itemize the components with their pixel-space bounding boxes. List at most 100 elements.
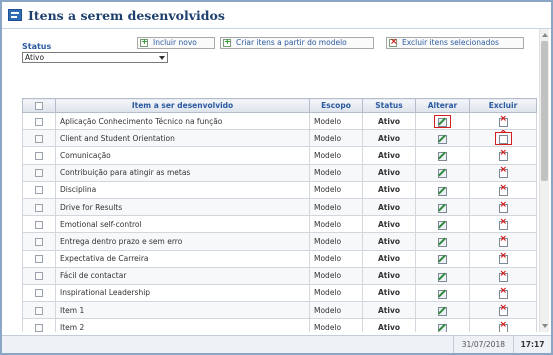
status-bar: 31/07/2018 17:17	[2, 335, 551, 353]
row-select-cell	[22, 301, 56, 320]
edit-button[interactable]	[438, 134, 447, 145]
edit-icon[interactable]	[438, 237, 447, 248]
edit-button[interactable]	[438, 271, 447, 282]
delete-icon[interactable]	[498, 251, 508, 265]
delete-icon[interactable]	[498, 217, 508, 230]
create-from-model-button[interactable]: Criar itens a partir do modelo	[220, 37, 374, 49]
delete-icon[interactable]	[498, 200, 508, 213]
row-select-cell	[22, 129, 56, 148]
delete-icon[interactable]	[498, 269, 508, 282]
row-checkbox[interactable]	[35, 186, 43, 195]
add-item-label: Incluir novo	[153, 38, 197, 47]
delete-icon[interactable]	[498, 114, 508, 127]
scroll-down-icon[interactable]	[542, 324, 548, 328]
delete-button[interactable]	[498, 234, 508, 248]
row-select-cell	[22, 197, 56, 217]
main-window: Itens a serem desenvolvidos Status Ativo…	[0, 0, 553, 355]
edit-icon[interactable]	[438, 254, 447, 265]
edit-icon[interactable]	[438, 306, 447, 316]
edit-icon[interactable]	[438, 134, 447, 145]
row-checkbox[interactable]	[35, 306, 43, 315]
item-scope: Modelo	[309, 215, 363, 234]
status-time: 17:17	[513, 336, 551, 353]
delete-icon[interactable]	[498, 234, 508, 248]
delete-button[interactable]	[498, 148, 508, 162]
delete-icon[interactable]	[498, 320, 508, 332]
item-status: Ativo	[362, 180, 416, 199]
delete-icon[interactable]	[498, 148, 508, 162]
delete-icon[interactable]	[498, 183, 508, 196]
edit-cell	[415, 301, 470, 320]
edit-button[interactable]	[438, 168, 447, 179]
scroll-thumb[interactable]	[541, 41, 548, 181]
delete-icon[interactable]	[498, 303, 508, 316]
edit-icon[interactable]	[438, 168, 447, 179]
status-filter-value: Ativo	[25, 53, 45, 62]
table-row: Item 2 Modelo Ativo	[22, 318, 537, 332]
edit-button[interactable]	[438, 151, 447, 162]
delete-button[interactable]	[498, 217, 508, 230]
edit-button[interactable]	[438, 202, 447, 213]
row-checkbox[interactable]	[35, 323, 43, 332]
edit-icon[interactable]	[438, 203, 447, 213]
edit-button[interactable]	[438, 237, 447, 248]
delete-button[interactable]	[494, 131, 512, 145]
edit-cell	[415, 249, 470, 268]
edit-cell	[415, 215, 470, 234]
item-name: Inspirational Leadership	[55, 283, 310, 303]
table-row: Item 1 Modelo Ativo	[22, 301, 537, 320]
item-status: Ativo	[362, 249, 416, 268]
edit-button[interactable]	[434, 114, 451, 128]
delete-button[interactable]	[498, 251, 508, 265]
delete-icon[interactable]	[498, 286, 508, 299]
delete-selected-button[interactable]: Excluir itens selecionados	[386, 37, 524, 49]
delete-button[interactable]	[498, 269, 508, 282]
row-checkbox[interactable]	[35, 151, 43, 160]
delete-button[interactable]	[498, 114, 508, 127]
status-filter-select[interactable]: Ativo	[22, 52, 168, 63]
row-checkbox[interactable]	[35, 117, 43, 126]
delete-icon[interactable]	[498, 165, 508, 179]
row-checkbox[interactable]	[35, 289, 43, 298]
edit-icon[interactable]	[438, 323, 447, 332]
row-checkbox[interactable]	[35, 134, 43, 143]
edit-icon[interactable]	[438, 272, 447, 282]
item-name: Disciplina	[55, 180, 310, 199]
edit-icon[interactable]	[438, 289, 447, 299]
row-checkbox[interactable]	[35, 203, 43, 212]
edit-icon[interactable]	[438, 186, 447, 196]
row-checkbox[interactable]	[35, 169, 43, 178]
row-checkbox[interactable]	[35, 255, 43, 264]
vertical-scrollbar[interactable]	[539, 29, 549, 332]
delete-icon[interactable]	[498, 134, 508, 144]
row-checkbox[interactable]	[35, 220, 43, 229]
delete-button[interactable]	[498, 183, 508, 196]
row-checkbox[interactable]	[35, 272, 43, 281]
edit-button[interactable]	[438, 323, 447, 332]
row-checkbox[interactable]	[35, 237, 43, 246]
scroll-up-icon[interactable]	[542, 33, 548, 37]
delete-button[interactable]	[498, 286, 508, 299]
delete-button[interactable]	[498, 200, 508, 213]
table-row: Drive for Results Modelo Ativo	[22, 197, 537, 217]
header-scope: Escopo	[309, 98, 363, 113]
header-status: Status	[362, 98, 416, 113]
delete-button[interactable]	[498, 320, 508, 332]
edit-icon[interactable]	[438, 117, 447, 127]
select-all-checkbox[interactable]	[35, 102, 43, 110]
edit-icon[interactable]	[438, 220, 447, 230]
header-edit: Alterar	[415, 98, 470, 113]
row-select-cell	[22, 283, 56, 303]
edit-icon[interactable]	[438, 151, 447, 162]
add-item-button[interactable]: Incluir novo	[137, 37, 215, 49]
edit-cell	[415, 129, 470, 148]
edit-button[interactable]	[438, 288, 447, 299]
delete-button[interactable]	[498, 165, 508, 179]
item-scope: Modelo	[309, 283, 363, 303]
edit-button[interactable]	[438, 305, 447, 316]
edit-button[interactable]	[438, 185, 447, 196]
edit-button[interactable]	[438, 219, 447, 230]
edit-button[interactable]	[438, 254, 447, 265]
delete-button[interactable]	[498, 303, 508, 316]
delete-cell	[469, 318, 537, 332]
